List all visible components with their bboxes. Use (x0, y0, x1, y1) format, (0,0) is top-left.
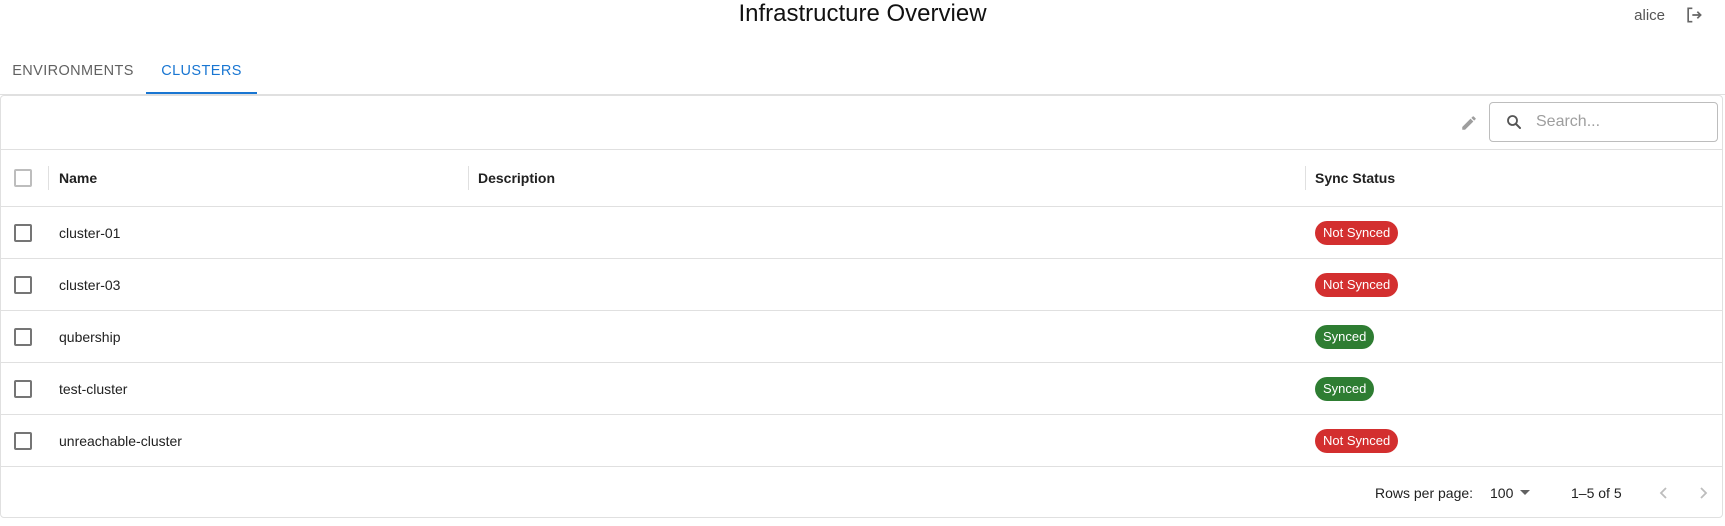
rows-per-page-value: 100 (1490, 485, 1514, 501)
rows-per-page-label: Rows per page: (1375, 485, 1474, 501)
chevron-left-icon[interactable] (1652, 481, 1676, 505)
row-checkbox[interactable] (14, 380, 32, 398)
status-badge: Not Synced (1315, 428, 1399, 453)
clusters-table-panel: Name Description Sync Status cluster-01 … (0, 95, 1723, 518)
sync-status-cell: Not Synced (1315, 415, 1399, 466)
status-badge: Synced (1315, 324, 1375, 349)
table-row[interactable]: qubership Synced (1, 311, 1722, 363)
sync-status-cell: Synced (1315, 363, 1375, 414)
app-header: Infrastructure Overview alice (0, 0, 1725, 30)
search-icon (1504, 112, 1524, 132)
status-badge: Not Synced (1315, 220, 1399, 245)
chevron-right-icon[interactable] (1691, 481, 1715, 505)
active-tab-indicator (146, 92, 257, 94)
table-pagination: Rows per page: 100 1–5 of 5 (1, 467, 1722, 519)
table-row[interactable]: cluster-03 Not Synced (1, 259, 1722, 311)
rows-per-page-select[interactable]: 100 (1490, 485, 1531, 501)
table-row[interactable]: test-cluster Synced (1, 363, 1722, 415)
table-header-row: Name Description Sync Status (1, 150, 1722, 207)
caret-down-icon (1519, 485, 1531, 501)
cluster-name: unreachable-cluster (59, 432, 182, 449)
page-title: Infrastructure Overview (738, 0, 987, 27)
column-separator[interactable] (1305, 166, 1306, 190)
table-body: cluster-01 Not Synced cluster-03 Not Syn… (1, 207, 1722, 467)
column-header-sync-status[interactable]: Sync Status (1315, 150, 1395, 206)
cluster-name: qubership (59, 328, 121, 345)
tab-bar: ENVIRONMENTS CLUSTERS (0, 48, 1725, 95)
tab-environments[interactable]: ENVIRONMENTS (0, 48, 146, 93)
search-box (1489, 102, 1718, 142)
cluster-name: test-cluster (59, 380, 128, 397)
sync-status-cell: Synced (1315, 311, 1375, 362)
column-header-description[interactable]: Description (478, 150, 555, 206)
column-header-name[interactable]: Name (59, 150, 97, 206)
logout-icon[interactable] (1683, 4, 1705, 26)
cluster-name: cluster-03 (59, 276, 121, 293)
user-area: alice (1634, 4, 1705, 26)
tab-clusters[interactable]: CLUSTERS (146, 48, 257, 93)
pencil-icon[interactable] (1458, 112, 1480, 134)
select-all-checkbox[interactable] (14, 169, 32, 187)
status-badge: Synced (1315, 376, 1375, 401)
row-checkbox[interactable] (14, 432, 32, 450)
page-range: 1–5 of 5 (1571, 485, 1622, 501)
row-checkbox[interactable] (14, 276, 32, 294)
column-separator[interactable] (468, 166, 469, 190)
table-row[interactable]: cluster-01 Not Synced (1, 207, 1722, 259)
table-row[interactable]: unreachable-cluster Not Synced (1, 415, 1722, 467)
row-checkbox[interactable] (14, 328, 32, 346)
username: alice (1634, 6, 1665, 24)
row-checkbox[interactable] (14, 224, 32, 242)
sync-status-cell: Not Synced (1315, 259, 1399, 310)
cluster-name: cluster-01 (59, 224, 121, 241)
search-input[interactable] (1534, 112, 1708, 132)
column-separator (48, 166, 49, 190)
table-toolbar (1, 96, 1722, 150)
sync-status-cell: Not Synced (1315, 207, 1399, 258)
status-badge: Not Synced (1315, 272, 1399, 297)
